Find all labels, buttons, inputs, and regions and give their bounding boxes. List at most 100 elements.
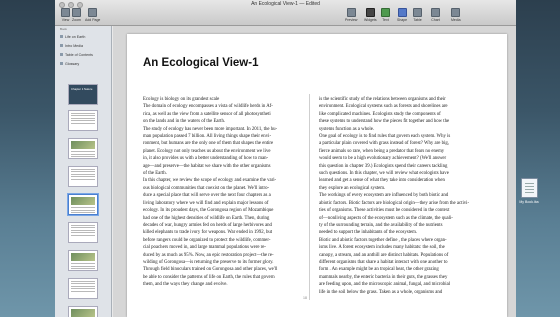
page-thumbnail[interactable] (68, 306, 98, 317)
toolbar-label: Chart (431, 18, 440, 22)
thumbnail-text-line (71, 209, 95, 211)
page-thumbnail[interactable] (68, 222, 98, 243)
add-page-icon (88, 8, 98, 17)
shape-button[interactable]: Shape (397, 8, 407, 22)
text-line: ecology. In its proudest days, the Goron… (143, 208, 274, 214)
sidebar-item[interactable]: Life on Earth (55, 32, 111, 41)
add-page-button[interactable]: Add Page (85, 8, 100, 22)
text-line: planet. Ecology not only teaches us abou… (143, 148, 271, 154)
text-line: would seem to be a high evolutionary ach… (319, 156, 447, 162)
text-line: mammals nearby, the enteric bacteria in … (319, 274, 448, 280)
text-line: needed to support the inhabitants of the… (319, 230, 418, 236)
page-thumbnail[interactable] (68, 166, 98, 187)
text-line: fierce animals so rare, when being a pre… (319, 148, 445, 154)
thumbnail-text-line (71, 263, 95, 264)
text-line: ties of organisms. These activities must… (319, 208, 450, 214)
thumbnail-text-line (71, 178, 95, 180)
thumbnail-text-line (71, 115, 95, 116)
text-line: a particular plain covered with grass in… (319, 141, 449, 147)
text-line: The domain of ecology encompasses a vist… (143, 104, 273, 110)
page-thumbnail[interactable] (68, 250, 98, 271)
page-thumbnail[interactable] (68, 138, 98, 159)
chapter-label: Chapter 1 Nature (71, 87, 93, 91)
toolbar-label: Preview (345, 18, 358, 22)
text-line: ronment, but humans are the only one of … (143, 141, 274, 147)
preview-icon (346, 8, 356, 17)
text-column-right[interactable]: is the scientific study of the relations… (319, 96, 484, 308)
thumbnail-text-line (71, 153, 95, 155)
thumbnail-text-line (71, 117, 95, 119)
text-line: killed elephants to trade ivory for weap… (143, 230, 273, 236)
view-button[interactable]: View (61, 8, 70, 22)
media-button[interactable]: Media (451, 8, 461, 22)
view-icon (61, 8, 70, 17)
text-line: abiotic factors. Biotic factors are biol… (319, 200, 470, 206)
chapter-thumbnail[interactable]: Chapter 1 Nature (68, 84, 98, 105)
thumbnail-text-line (71, 290, 95, 292)
text-column-left[interactable]: Ecology is biology on its grandest scale… (143, 96, 308, 308)
sidebar-item-label: Glossary (65, 61, 80, 66)
text-line: environment. Ecological systems such as … (319, 104, 448, 110)
thumbnail-text-line (71, 227, 95, 228)
thumbnail-text-line (71, 212, 95, 213)
text-icon (381, 8, 390, 17)
page-thumbnail[interactable] (68, 194, 98, 215)
sidebar-item[interactable]: Glossary (55, 59, 111, 68)
thumbnail-text-line (71, 176, 95, 177)
text-line: them, and the ways they change and evolv… (143, 282, 228, 288)
page-icon (60, 62, 63, 65)
text-line: Through field binoculars trained on Goro… (143, 267, 278, 273)
page-number: 18 (303, 296, 307, 300)
text-line: form . An example might be an tropical h… (319, 267, 439, 273)
page-thumbnail[interactable] (68, 110, 98, 131)
text-line: before rangers could be organized to pro… (143, 237, 271, 243)
text-line: The workings of every ecosystem are infl… (319, 193, 449, 199)
text-button[interactable]: Text (381, 8, 390, 22)
text-line: had one of the highest densities of wild… (143, 215, 270, 221)
thumbnail-text-line (71, 288, 95, 289)
sidebar-item-label: Table of Contents (65, 52, 93, 57)
page-title[interactable]: An Ecological View-1 (143, 57, 258, 69)
sidebar-item-label: Intro Media (65, 43, 83, 48)
text-line: wilding of Gorongosa—is returning the pr… (143, 259, 274, 265)
text-line: of—nonliving aspects of the ecosystem su… (319, 215, 453, 221)
text-line: ous biological communities that coexist … (143, 185, 270, 191)
zoom-button[interactable]: Zoom (72, 8, 81, 22)
thumbnail-text-line (71, 112, 95, 114)
ibooks-author-window: An Ecological View-1 — Edited View Zoom Ad… (55, 0, 516, 317)
page-thumbnail[interactable] (68, 278, 98, 299)
preview-button[interactable]: Preview (345, 8, 357, 22)
thumbnail-text-line (71, 171, 95, 172)
sidebar-item[interactable]: Table of Contents (55, 50, 111, 59)
toolbar-label: Add Page (85, 18, 101, 22)
thumbnail-text-line (71, 285, 95, 287)
table-button[interactable]: Table (413, 8, 422, 22)
thumbnail-text-line (71, 120, 95, 121)
thumbnail-text-line (71, 159, 95, 160)
media-icon (451, 8, 461, 17)
sidebar-item[interactable]: Intro Media (55, 41, 111, 50)
text-line: man population passed 7 billion. All liv… (143, 134, 272, 140)
shape-icon (397, 8, 407, 17)
text-line: living laboratory where we will find and… (143, 200, 269, 206)
thumbnail-text-line (71, 265, 95, 267)
text-line: like complicated machines. Ecologists st… (319, 111, 441, 117)
thumbnail-text-line (71, 268, 95, 269)
widgets-button[interactable]: Widgets (364, 8, 377, 22)
text-line: duced by as much as 95%. Now, an epic re… (143, 252, 274, 258)
book-page[interactable]: An Ecological View-1 Ecology is biology … (127, 34, 507, 317)
thumbnail-text-line (71, 122, 95, 124)
text-line: Biotic and abiotic factors together defi… (319, 237, 447, 243)
text-line: ty of the surrounding terrain, and the a… (319, 222, 443, 228)
text-line: age—and preserve—the habitat we share wi… (143, 163, 271, 169)
desktop-icon-label: My Book.iba (519, 200, 539, 204)
toolbar: An Ecological View-1 — Edited View Zoom Ad… (55, 0, 516, 26)
text-line: cial poachers moved in, and large mammal… (143, 245, 266, 251)
page-icon (60, 44, 63, 47)
thumbnail-text-line (71, 271, 95, 272)
zoom-icon (72, 8, 81, 17)
text-line: are feeding upon, and the microscopic an… (319, 282, 451, 288)
text-line: duce a special place that will serve ove… (143, 193, 271, 199)
chart-button[interactable]: Chart (431, 8, 440, 22)
document-icon[interactable] (521, 178, 538, 198)
